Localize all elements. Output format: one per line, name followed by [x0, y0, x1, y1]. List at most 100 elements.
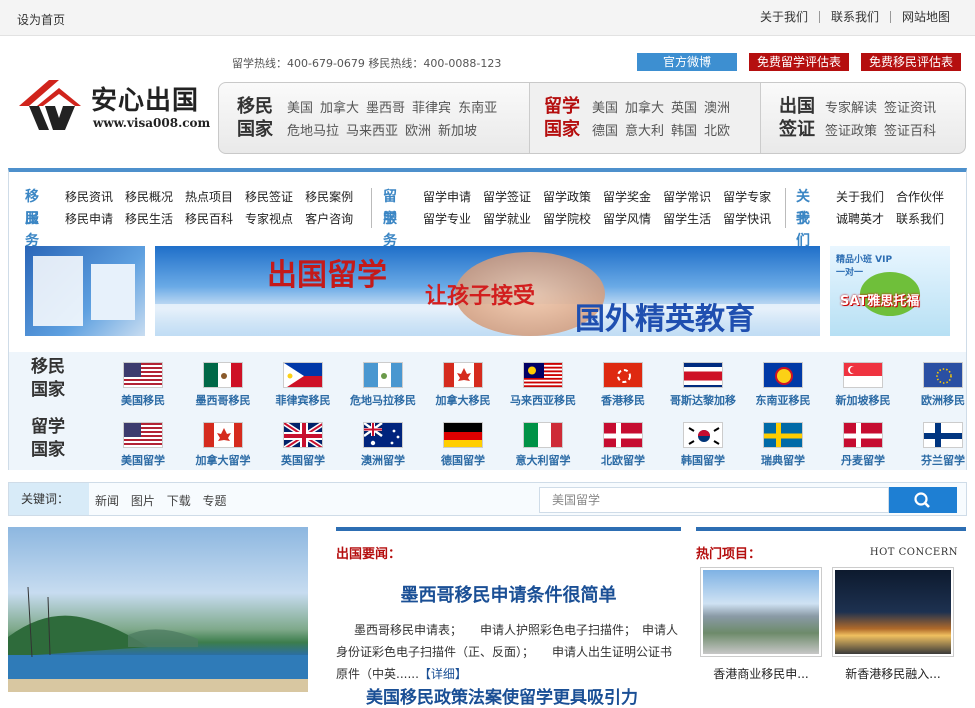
nav-link[interactable]: 留学生活	[663, 212, 711, 226]
flag-item[interactable]: 墨西哥移民	[183, 362, 263, 408]
search-tab-images[interactable]: 图片	[131, 494, 155, 508]
news-more-link[interactable]: 【详细】	[419, 667, 467, 681]
cat-link[interactable]: 美国	[287, 101, 313, 116]
cat-link[interactable]: 德国	[592, 124, 618, 139]
flag-label[interactable]: 意大利留学	[503, 452, 583, 468]
flag-label[interactable]: 东南亚移民	[743, 392, 823, 408]
cat-link[interactable]: 意大利	[625, 124, 664, 139]
search-input[interactable]: 美国留学	[539, 487, 889, 513]
nav-link[interactable]: 留学就业	[483, 212, 531, 226]
featured-photo[interactable]	[8, 527, 308, 692]
flag-item[interactable]: 丹麦留学	[823, 422, 903, 468]
nav-link[interactable]: 留学奖金	[603, 190, 651, 204]
flag-item[interactable]: 德国留学	[423, 422, 503, 468]
nav-link[interactable]: 移民生活	[125, 212, 173, 226]
cat-link[interactable]: 英国	[671, 101, 697, 116]
flag-item[interactable]: 马来西亚移民	[503, 362, 583, 408]
flag-item[interactable]: 韩国留学	[663, 422, 743, 468]
nav-link[interactable]: 留学院校	[543, 212, 591, 226]
flag-item[interactable]: 美国留学	[103, 422, 183, 468]
search-tab-topics[interactable]: 专题	[203, 494, 227, 508]
cat-link[interactable]: 专家解读	[825, 101, 877, 116]
flag-item[interactable]: 芬兰留学	[903, 422, 975, 468]
about-link[interactable]: 关于我们	[749, 11, 819, 23]
flag-label[interactable]: 丹麦留学	[823, 452, 903, 468]
cat-link[interactable]: 北欧	[704, 124, 730, 139]
flag-label[interactable]: 菲律宾移民	[263, 392, 343, 408]
nav-link[interactable]: 合作伙伴	[896, 190, 944, 204]
flag-label[interactable]: 加拿大留学	[183, 452, 263, 468]
flag-label[interactable]: 北欧留学	[583, 452, 663, 468]
nav-link[interactable]: 留学专业	[423, 212, 471, 226]
nav-link[interactable]: 留学申请	[423, 190, 471, 204]
flag-item[interactable]: 英国留学	[263, 422, 343, 468]
flag-item[interactable]: 东南亚移民	[743, 362, 823, 408]
cat-link[interactable]: 美国	[592, 101, 618, 116]
nav-link[interactable]: 留学风情	[603, 212, 651, 226]
weibo-button[interactable]: 官方微博	[637, 53, 737, 71]
search-button[interactable]	[889, 487, 957, 513]
study-assessment-button[interactable]: 免费留学评估表	[749, 53, 849, 71]
news-headline-2[interactable]: 美国移民政策法案使留学更具吸引力	[366, 683, 638, 708]
nav-link[interactable]: 留学专家	[723, 190, 771, 204]
nav-link[interactable]: 诚聘英才	[836, 212, 884, 226]
contact-link[interactable]: 联系我们	[818, 11, 890, 23]
nav-link[interactable]: 移民申请	[65, 212, 113, 226]
nav-link[interactable]: 移民资讯	[65, 190, 113, 204]
flag-item[interactable]: 加拿大留学	[183, 422, 263, 468]
flag-label[interactable]: 欧洲移民	[903, 392, 975, 408]
nav-link[interactable]: 热点项目	[185, 190, 233, 204]
hot-item[interactable]: 新香港移民融入...	[832, 567, 954, 682]
flag-label[interactable]: 芬兰留学	[903, 452, 975, 468]
sitemap-link[interactable]: 网站地图	[889, 11, 961, 23]
flag-item[interactable]: 哥斯达黎加移	[663, 362, 743, 408]
cat-link[interactable]: 马来西亚	[346, 124, 398, 139]
flag-item[interactable]: 美国移民	[103, 362, 183, 408]
nav-link[interactable]: 关于我们	[836, 190, 884, 204]
flag-item[interactable]: 北欧留学	[583, 422, 663, 468]
nav-link[interactable]: 移民百科	[185, 212, 233, 226]
flag-item[interactable]: 新加坡移民	[823, 362, 903, 408]
cat-link[interactable]: 新加坡	[438, 124, 477, 139]
flag-label[interactable]: 马来西亚移民	[503, 392, 583, 408]
cat-link[interactable]: 墨西哥	[366, 101, 405, 116]
flag-label[interactable]: 澳洲留学	[343, 452, 423, 468]
nav-link[interactable]: 留学快讯	[723, 212, 771, 226]
site-logo[interactable]: 安心出国 www.visa008.com	[19, 76, 210, 136]
cat-link[interactable]: 欧洲	[405, 124, 431, 139]
cat-link[interactable]: 签证百科	[884, 124, 936, 139]
nav-link[interactable]: 客户咨询	[305, 212, 353, 226]
flag-label[interactable]: 美国留学	[103, 452, 183, 468]
flag-label[interactable]: 德国留学	[423, 452, 503, 468]
flag-item[interactable]: 意大利留学	[503, 422, 583, 468]
cat-link[interactable]: 加拿大	[320, 101, 359, 116]
news-headline[interactable]: 墨西哥移民申请条件很简单	[336, 581, 681, 607]
banner-main[interactable]: 出国留学 让孩子接受 国外精英教育	[155, 246, 820, 336]
flag-item[interactable]: 欧洲移民	[903, 362, 975, 408]
cat-link[interactable]: 韩国	[671, 124, 697, 139]
cat-link[interactable]: 签证政策	[825, 124, 877, 139]
flag-label[interactable]: 韩国留学	[663, 452, 743, 468]
flag-item[interactable]: 瑞典留学	[743, 422, 823, 468]
flag-label[interactable]: 瑞典留学	[743, 452, 823, 468]
banner-right[interactable]: 精品小班 VIP一对一 SAT雅思托福	[830, 246, 950, 336]
flag-label[interactable]: 美国移民	[103, 392, 183, 408]
flag-item[interactable]: 菲律宾移民	[263, 362, 343, 408]
nav-link[interactable]: 留学政策	[543, 190, 591, 204]
nav-link[interactable]: 留学常识	[663, 190, 711, 204]
set-homepage-link[interactable]: 设为首页	[17, 11, 65, 28]
flag-label[interactable]: 新加坡移民	[823, 392, 903, 408]
flag-label[interactable]: 加拿大移民	[423, 392, 503, 408]
nav-link[interactable]: 移民案例	[305, 190, 353, 204]
cat-link[interactable]: 加拿大	[625, 101, 664, 116]
flag-label[interactable]: 英国留学	[263, 452, 343, 468]
hot-item-caption[interactable]: 香港商业移民申...	[700, 665, 822, 682]
search-tab-downloads[interactable]: 下载	[167, 494, 191, 508]
nav-link[interactable]: 留学签证	[483, 190, 531, 204]
cat-link[interactable]: 东南亚	[458, 101, 497, 116]
nav-link[interactable]: 移民签证	[245, 190, 293, 204]
cat-link[interactable]: 危地马拉	[287, 124, 339, 139]
cat-link[interactable]: 签证资讯	[884, 101, 936, 116]
hot-item-caption[interactable]: 新香港移民融入...	[832, 665, 954, 682]
search-tab-news[interactable]: 新闻	[95, 494, 119, 508]
